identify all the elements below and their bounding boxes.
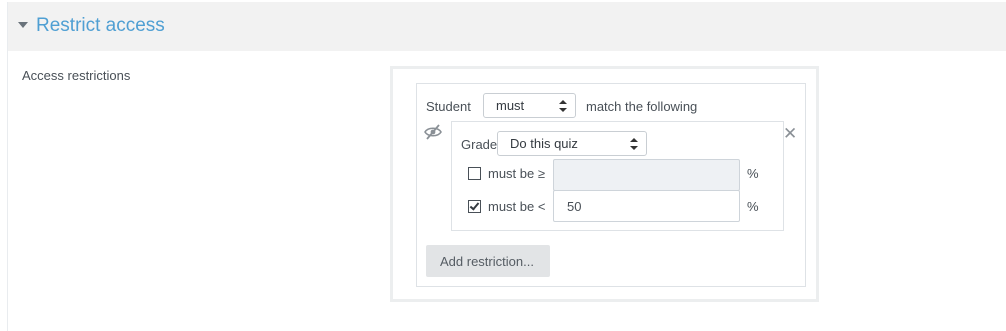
grade-item-select[interactable]: Do this quiz: [497, 131, 647, 156]
close-icon[interactable]: ✕: [783, 124, 797, 144]
max-grade-checkbox[interactable]: [468, 200, 481, 213]
caret-down-icon[interactable]: [18, 22, 28, 28]
grade-condition: Grade Do this quiz must be ≥ % must be <…: [451, 121, 784, 231]
restriction-set: Student must match the following Grade D…: [416, 83, 806, 287]
grade-label: Grade: [461, 137, 498, 152]
add-restriction-button[interactable]: Add restriction...: [426, 245, 550, 277]
availability-container: Student must match the following Grade D…: [390, 66, 819, 302]
student-label: Student: [426, 99, 471, 114]
match-select-value: must: [496, 98, 525, 113]
grade-item-select-value: Do this quiz: [510, 136, 578, 151]
match-text: match the following: [586, 99, 698, 114]
max-grade-unit: %: [747, 199, 759, 214]
section-title[interactable]: Restrict access: [36, 15, 165, 37]
match-select[interactable]: must: [483, 93, 576, 118]
min-grade-unit: %: [747, 166, 759, 181]
select-arrows-icon: [559, 100, 567, 112]
max-grade-label: must be <: [488, 199, 546, 214]
max-grade-input[interactable]: 50: [553, 190, 740, 222]
min-grade-input[interactable]: [553, 159, 740, 191]
access-restrictions-label: Access restrictions: [22, 68, 131, 83]
checkmark-icon: [469, 200, 480, 211]
restrict-access-fieldset: Restrict access Access restrictions Stud…: [7, 2, 1006, 331]
min-grade-label: must be ≥: [488, 166, 545, 181]
eye-slash-icon[interactable]: [424, 124, 442, 145]
section-header[interactable]: Restrict access: [8, 2, 1006, 51]
select-arrows-icon: [630, 138, 638, 150]
min-grade-checkbox[interactable]: [468, 167, 481, 180]
